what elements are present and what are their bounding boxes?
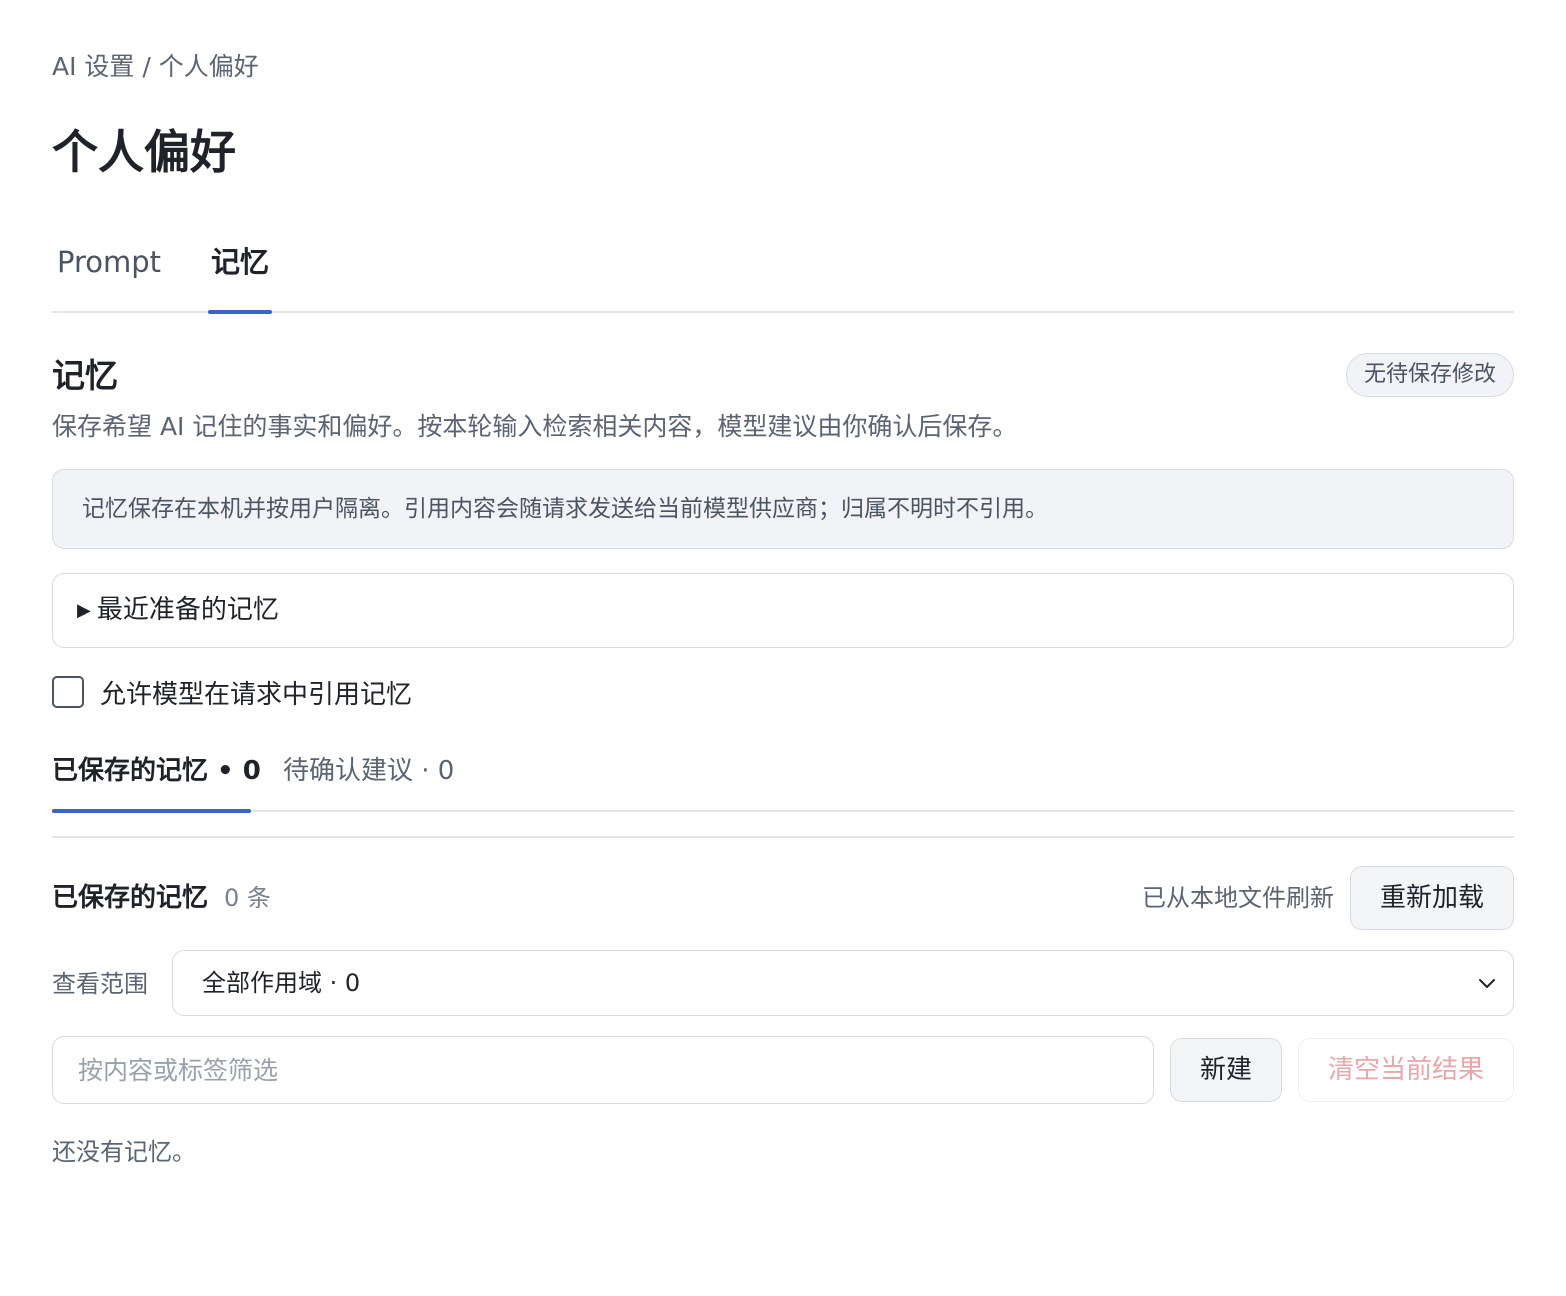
- tab-pending-suggestions[interactable]: 待确认建议 · 0: [283, 745, 454, 810]
- privacy-info-box: 记忆保存在本机并按用户隔离。引用内容会随请求发送给当前模型供应商；归属不明时不引…: [52, 469, 1514, 549]
- page-title: 个人偏好: [52, 125, 236, 179]
- divider: [52, 836, 1514, 838]
- tab-prompt[interactable]: Prompt: [57, 228, 161, 311]
- tab-saved-memories[interactable]: 已保存的记忆 • 0: [52, 745, 261, 813]
- clear-results-button[interactable]: 清空当前结果: [1298, 1038, 1514, 1102]
- saved-memories-count: 0 条: [224, 884, 271, 912]
- memory-sub-tab-bar: 已保存的记忆 • 0 待确认建议 · 0: [52, 745, 1514, 813]
- top-tab-bar: Prompt 记忆: [52, 228, 1514, 314]
- breadcrumb[interactable]: AI 设置 / 个人偏好: [52, 50, 259, 84]
- memory-section-title: 记忆: [52, 356, 118, 395]
- empty-state-text: 还没有记忆。: [52, 1138, 196, 1166]
- expand-triangle-icon: ▶: [77, 600, 91, 621]
- chevron-down-icon: [1479, 979, 1495, 988]
- tab-memory[interactable]: 记忆: [208, 228, 272, 314]
- status-badge: 无待保存修改: [1346, 353, 1514, 397]
- new-memory-button[interactable]: 新建: [1170, 1038, 1282, 1102]
- preferences-page: AI 设置 / 个人偏好 个人偏好 Prompt 记忆 记忆 无待保存修改 保存…: [0, 0, 1566, 1296]
- memory-section-description: 保存希望 AI 记住的事实和偏好。按本轮输入检索相关内容，模型建议由你确认后保存…: [52, 412, 1018, 441]
- reload-button[interactable]: 重新加载: [1350, 866, 1514, 930]
- scope-select-value: 全部作用域 · 0: [202, 969, 361, 997]
- recent-memories-label: 最近准备的记忆: [96, 595, 279, 625]
- saved-memories-title: 已保存的记忆: [52, 883, 209, 913]
- filter-input[interactable]: [52, 1036, 1154, 1104]
- allow-reference-label[interactable]: 允许模型在请求中引用记忆: [100, 674, 412, 711]
- allow-reference-row[interactable]: 允许模型在请求中引用记忆: [52, 674, 412, 710]
- recent-memories-disclosure[interactable]: ▶ 最近准备的记忆: [52, 573, 1514, 648]
- refresh-status-text: 已从本地文件刷新: [1142, 884, 1334, 912]
- allow-reference-checkbox[interactable]: [52, 676, 84, 708]
- scope-select[interactable]: 全部作用域 · 0: [172, 950, 1514, 1016]
- scope-label: 查看范围: [52, 970, 148, 998]
